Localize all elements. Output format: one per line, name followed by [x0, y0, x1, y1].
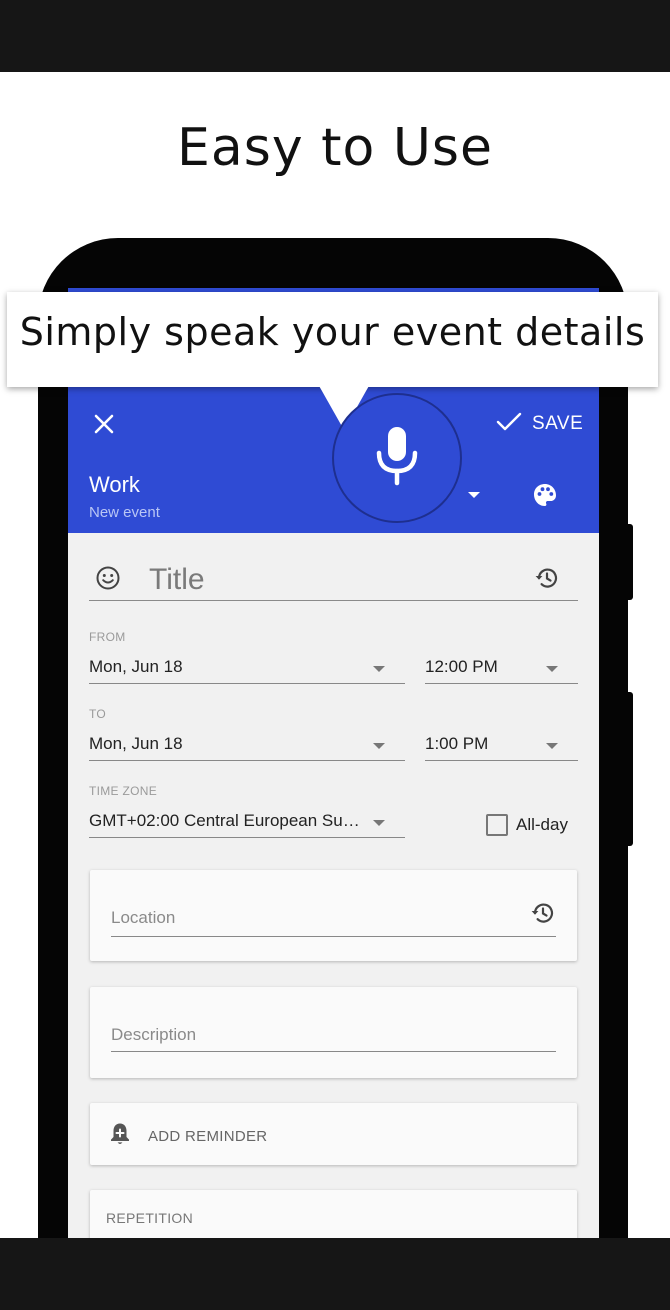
calendar-name[interactable]: Work [89, 472, 140, 498]
voice-input-button[interactable] [332, 393, 462, 523]
timezone-select[interactable]: GMT+02:00 Central European Su… [89, 808, 405, 838]
allday-label: All-day [516, 815, 568, 834]
check-icon [496, 411, 522, 437]
from-time-value: 12:00 PM [425, 657, 498, 676]
description-placeholder: Description [111, 1025, 197, 1044]
dropdown-arrow-icon [373, 820, 385, 826]
phone-side-button [627, 524, 633, 600]
to-date-select[interactable]: Mon, Jun 18 [89, 731, 405, 761]
to-time-select[interactable]: 1:00 PM [425, 731, 578, 761]
microphone-icon [372, 425, 422, 491]
from-date-select[interactable]: Mon, Jun 18 [89, 654, 405, 684]
palette-icon[interactable] [532, 482, 558, 508]
dropdown-arrow-icon [546, 743, 558, 749]
title-placeholder: Title [149, 563, 205, 596]
from-date-value: Mon, Jun 18 [89, 657, 183, 676]
description-input[interactable]: Description [111, 1025, 556, 1052]
allday-toggle[interactable]: All-day [486, 814, 568, 836]
reminder-card[interactable]: ADD REMINDER [90, 1103, 577, 1165]
from-label: FROM [89, 630, 126, 644]
app-screen: SAVE Work New event Title FROM Mon, Jun … [68, 288, 599, 1238]
location-placeholder: Location [111, 908, 176, 927]
bottom-frame-bar [0, 1238, 670, 1310]
history-icon[interactable] [530, 900, 556, 926]
headline: Easy to Use [177, 118, 493, 178]
add-reminder-label: ADD REMINDER [148, 1127, 268, 1145]
dropdown-arrow-icon [546, 666, 558, 672]
add-reminder-button[interactable]: ADD REMINDER [108, 1121, 267, 1151]
event-form: Title FROM Mon, Jun 18 12:00 PM TO Mon, … [68, 533, 599, 1238]
location-card: Location [90, 870, 577, 961]
to-date-value: Mon, Jun 18 [89, 734, 183, 753]
add-alarm-icon [108, 1121, 132, 1151]
dropdown-arrow-icon [373, 666, 385, 672]
save-button[interactable]: SAVE [496, 410, 583, 438]
close-icon[interactable] [90, 410, 118, 438]
description-card: Description [90, 987, 577, 1078]
from-time-select[interactable]: 12:00 PM [425, 654, 578, 684]
to-label: TO [89, 707, 107, 721]
title-field[interactable]: Title [89, 563, 578, 601]
repetition-label: REPETITION [106, 1210, 194, 1226]
calendar-subtitle: New event [89, 504, 160, 521]
timezone-value: GMT+02:00 Central European Su… [89, 811, 360, 830]
top-frame-bar [0, 0, 670, 72]
save-label: SAVE [532, 413, 584, 434]
history-icon[interactable] [534, 565, 560, 591]
calendar-dropdown-icon[interactable] [468, 492, 480, 498]
smiley-icon[interactable] [95, 565, 121, 591]
timezone-label: TIME ZONE [89, 784, 158, 798]
allday-checkbox[interactable] [486, 814, 508, 836]
dropdown-arrow-icon [373, 743, 385, 749]
repetition-card[interactable]: REPETITION [90, 1190, 577, 1238]
location-input[interactable]: Location [111, 908, 556, 937]
speech-bubble: Simply speak your event details [7, 292, 658, 387]
phone-side-button [627, 692, 633, 846]
bubble-text: Simply speak your event details [19, 310, 646, 354]
to-time-value: 1:00 PM [425, 734, 489, 753]
